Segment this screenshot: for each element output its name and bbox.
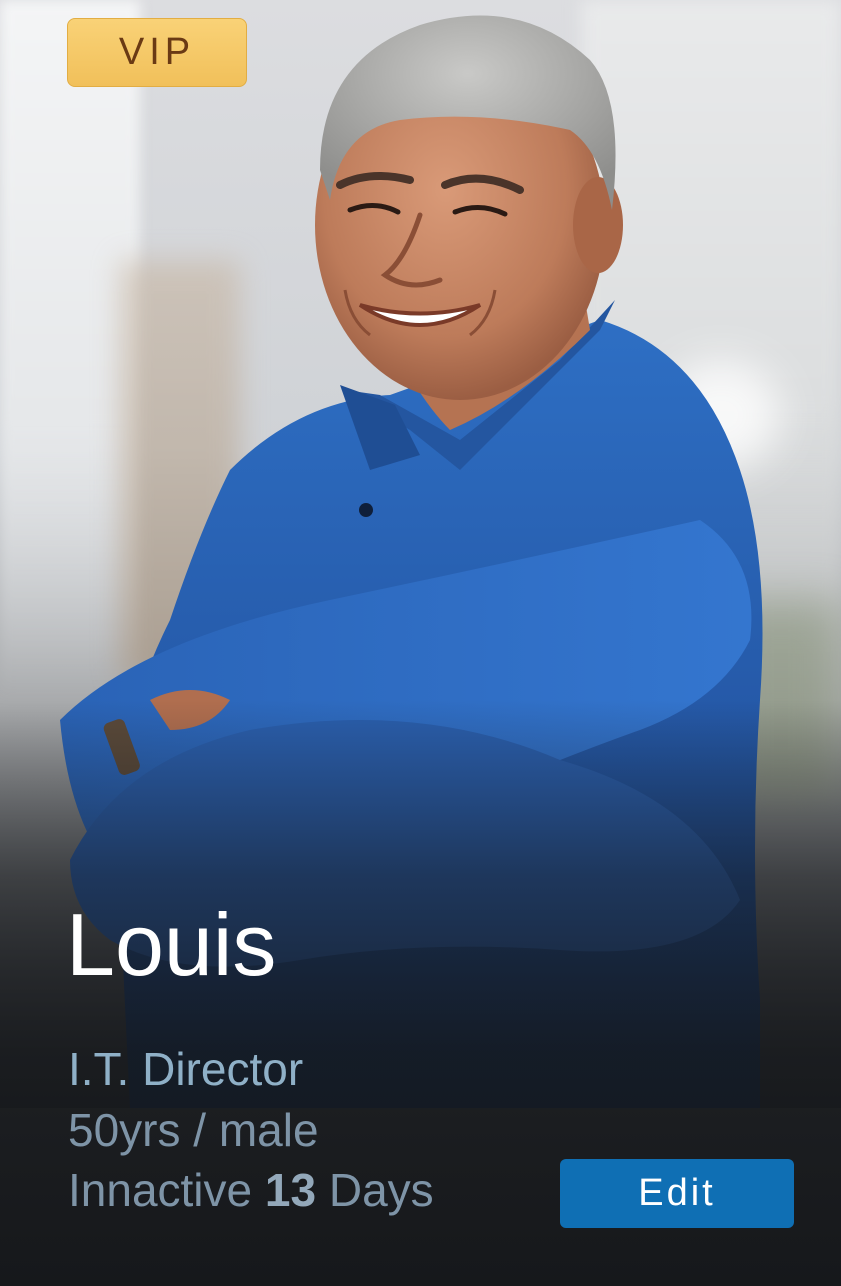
profile-card: VIP Louis I.T. Director 50yrs / male Inn…: [0, 0, 841, 1286]
profile-name: Louis: [66, 895, 277, 994]
inactive-prefix: Innactive: [68, 1164, 265, 1216]
inactive-days-count: 13: [264, 1164, 317, 1216]
inactive-suffix: Days: [316, 1164, 434, 1216]
edit-button[interactable]: Edit: [560, 1159, 794, 1228]
age-gender: 50yrs / male: [68, 1104, 319, 1156]
ear: [573, 177, 623, 273]
shirt-button: [359, 503, 373, 517]
job-title: I.T. Director: [68, 1043, 304, 1095]
inactive-status: Innactive 13 Days: [68, 1160, 434, 1220]
vip-badge: VIP: [67, 18, 247, 87]
